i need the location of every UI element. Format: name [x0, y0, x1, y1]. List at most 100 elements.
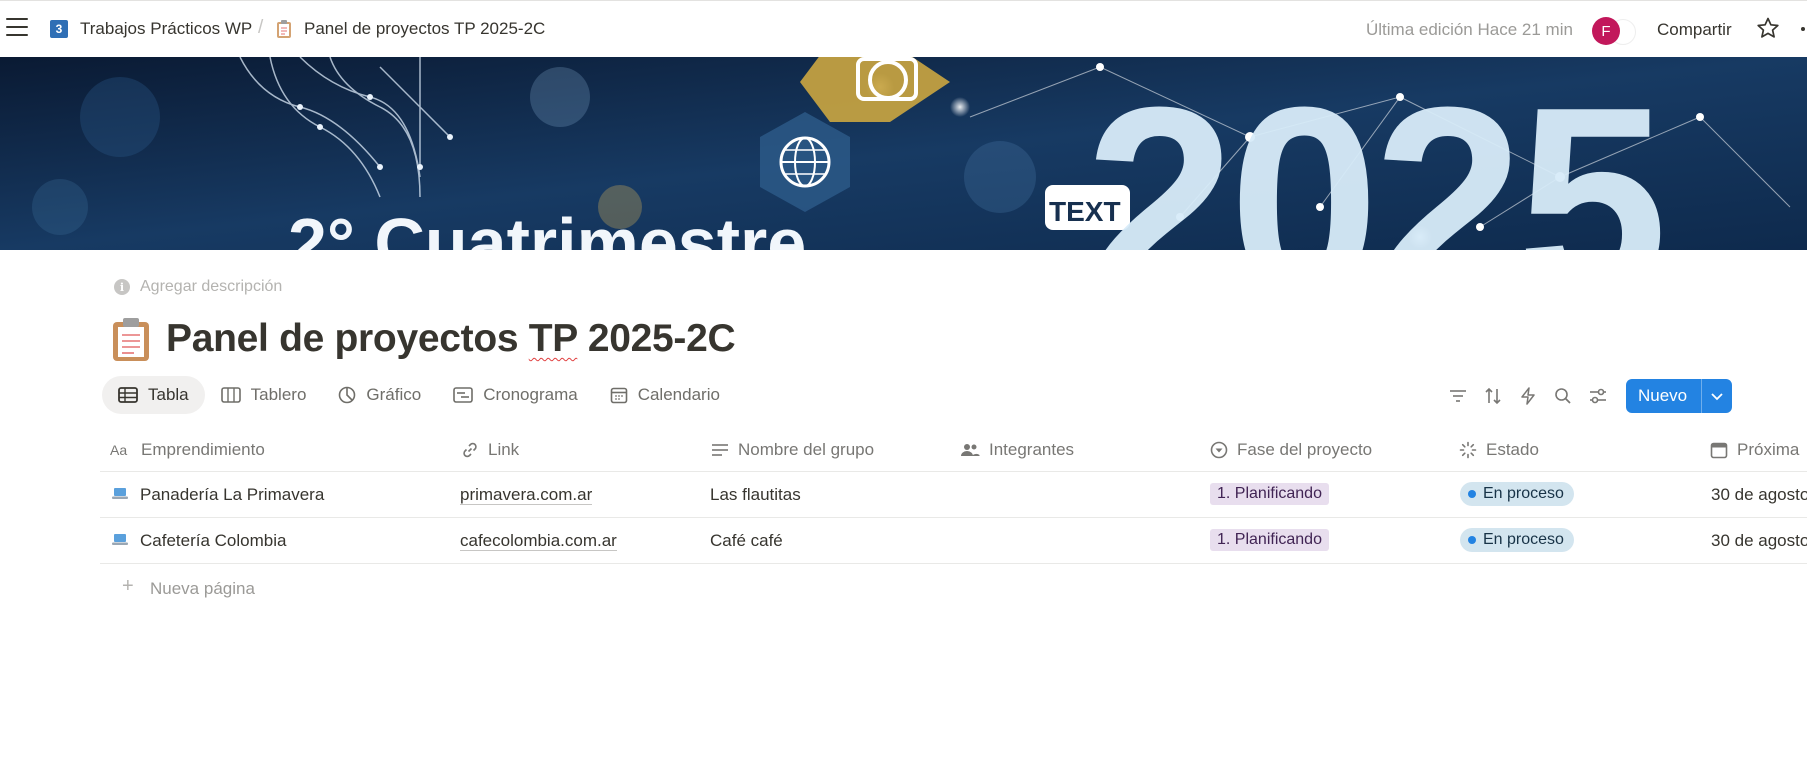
breadcrumb-page[interactable]: Panel de proyectos TP 2025-2C	[276, 19, 545, 39]
column-label: Estado	[1486, 440, 1539, 459]
status-dot	[1468, 490, 1476, 498]
cover-image: TEXT 2025 2° Cuatrimestre	[0, 57, 1807, 250]
cell-link[interactable]: primavera.com.ar	[460, 485, 593, 505]
automation-icon[interactable]	[1518, 386, 1538, 406]
menu-icon[interactable]	[6, 18, 28, 36]
cover-banner: TEXT 2025 2° Cuatrimestre	[0, 57, 1807, 250]
timeline-icon	[453, 387, 474, 403]
plus-icon: +	[122, 575, 134, 597]
cell-emprendimiento[interactable]: Cafetería Colombia	[140, 531, 286, 551]
column-header-link[interactable]: Link	[461, 440, 519, 460]
column-label: Integrantes	[989, 440, 1075, 459]
column-header-estado[interactable]: Estado	[1459, 440, 1539, 460]
column-header-emprendimiento[interactable]: Aa Emprendimiento	[110, 440, 265, 460]
clipboard-icon	[277, 20, 291, 38]
phase-tag[interactable]: 1. Planificando	[1210, 483, 1329, 505]
table-header: Aa Emprendimiento Link Nombre del grupo …	[100, 428, 1807, 472]
new-button[interactable]: Nuevo	[1626, 379, 1703, 413]
breadcrumb-page-label: Panel de proyectos TP 2025-2C	[304, 19, 546, 38]
tab-chart[interactable]: Gráfico	[322, 376, 437, 414]
link-icon	[463, 442, 477, 458]
status-label: En proceso	[1483, 485, 1564, 502]
people-icon	[961, 444, 980, 456]
svg-text:Aa: Aa	[110, 442, 127, 458]
column-header-integrantes[interactable]: Integrantes	[960, 440, 1074, 460]
star-icon[interactable]	[1756, 16, 1780, 40]
table-icon	[118, 387, 138, 403]
column-label: Fase del proyecto	[1237, 440, 1373, 459]
tab-board[interactable]: Tablero	[205, 376, 323, 414]
banner-subtitle: 2° Cuatrimestre	[288, 204, 806, 250]
settings-sliders-icon[interactable]	[1588, 386, 1608, 406]
text-icon	[712, 444, 728, 456]
tab-timeline[interactable]: Cronograma	[437, 376, 594, 414]
select-icon	[1210, 441, 1228, 459]
title-part-3: 2025-2C	[577, 317, 736, 360]
laptop-icon	[112, 534, 128, 545]
cell-proxima[interactable]: 30 de agosto	[1711, 531, 1807, 551]
calendar-icon	[610, 387, 628, 404]
tab-calendar[interactable]: Calendario	[594, 376, 736, 414]
page-title[interactable]: Panel de proyectos TP 2025-2C	[110, 316, 736, 362]
board-icon	[220, 387, 241, 403]
view-toolbar	[1448, 386, 1623, 406]
share-button[interactable]: Compartir	[1657, 20, 1732, 40]
tab-label: Cronograma	[483, 385, 578, 404]
column-header-fase-del-proyecto[interactable]: Fase del proyecto	[1210, 440, 1372, 460]
clipboard-icon	[113, 318, 149, 361]
tab-label: Calendario	[637, 385, 720, 404]
info-icon: i	[114, 279, 130, 295]
cell-nombre-del-grupo[interactable]: Las flautitas	[710, 485, 801, 505]
column-label: Emprendimiento	[141, 440, 265, 459]
chevron-down-icon	[1711, 393, 1723, 401]
new-page-label: Nueva página	[150, 579, 255, 598]
laptop-icon	[112, 488, 128, 499]
new-page-button[interactable]: + Nueva página	[100, 564, 1807, 610]
tab-label: Gráfico	[366, 385, 422, 404]
breadcrumb-workspace[interactable]: 3 Trabajos Prácticos WP	[50, 19, 252, 39]
cell-link[interactable]: cafecolombia.com.ar	[460, 531, 617, 551]
more-icon[interactable]	[1800, 27, 1807, 31]
status-badge[interactable]: En proceso	[1460, 482, 1574, 506]
new-button-group: Nuevo	[1626, 379, 1733, 413]
column-header-proxima[interactable]: Próxima	[1710, 440, 1799, 460]
table-row[interactable]: Cafetería Colombia cafecolombia.com.ar C…	[100, 518, 1807, 564]
cell-emprendimiento[interactable]: Panadería La Primavera	[140, 485, 324, 505]
column-header-nombre-del-grupo[interactable]: Nombre del grupo	[711, 440, 874, 460]
cell-nombre-del-grupo[interactable]: Café café	[710, 531, 783, 551]
add-description[interactable]: i Agregar descripción	[114, 278, 282, 296]
top-bar: 3 Trabajos Prácticos WP / Panel de proye…	[0, 0, 1807, 57]
last-edited: Última edición Hace 21 min	[1366, 20, 1573, 39]
tab-label: Tablero	[250, 385, 307, 404]
page-title-text: Panel de proyectos TP 2025-2C	[166, 317, 736, 361]
status-label: En proceso	[1483, 531, 1564, 548]
new-dropdown-button[interactable]	[1702, 379, 1732, 413]
status-dot	[1468, 536, 1476, 544]
workspace-icon: 3	[50, 20, 68, 38]
sort-icon[interactable]	[1483, 386, 1503, 406]
breadcrumb-workspace-label: Trabajos Prácticos WP	[80, 19, 253, 38]
table-row[interactable]: Panadería La Primavera primavera.com.ar …	[100, 472, 1807, 518]
phase-tag[interactable]: 1. Planificando	[1210, 529, 1329, 551]
status-badge[interactable]: En proceso	[1460, 528, 1574, 552]
cell-proxima[interactable]: 30 de agosto	[1711, 485, 1807, 505]
description-placeholder: Agregar descripción	[140, 278, 283, 295]
title-part-2: TP	[528, 317, 578, 360]
title-icon: Aa	[110, 442, 127, 458]
column-label: Próxima	[1737, 440, 1800, 459]
breadcrumb-separator: /	[258, 17, 264, 38]
filter-icon[interactable]	[1448, 386, 1468, 406]
status-icon	[1459, 441, 1477, 459]
banner-year: 2025	[1085, 57, 1662, 250]
search-icon[interactable]	[1553, 386, 1573, 406]
tab-label: Tabla	[148, 385, 189, 404]
column-label: Link	[488, 440, 520, 459]
database-table: Aa Emprendimiento Link Nombre del grupo …	[100, 428, 1807, 610]
tab-table[interactable]: Tabla	[102, 376, 205, 414]
column-label: Nombre del grupo	[738, 440, 875, 459]
chart-icon	[339, 386, 356, 404]
date-icon	[1710, 442, 1728, 459]
avatar[interactable]: F	[1592, 17, 1620, 45]
view-tabs: Tabla Tablero Gráfico Cronograma Calenda…	[102, 376, 736, 414]
title-part-1: Panel de proyectos	[166, 317, 529, 360]
